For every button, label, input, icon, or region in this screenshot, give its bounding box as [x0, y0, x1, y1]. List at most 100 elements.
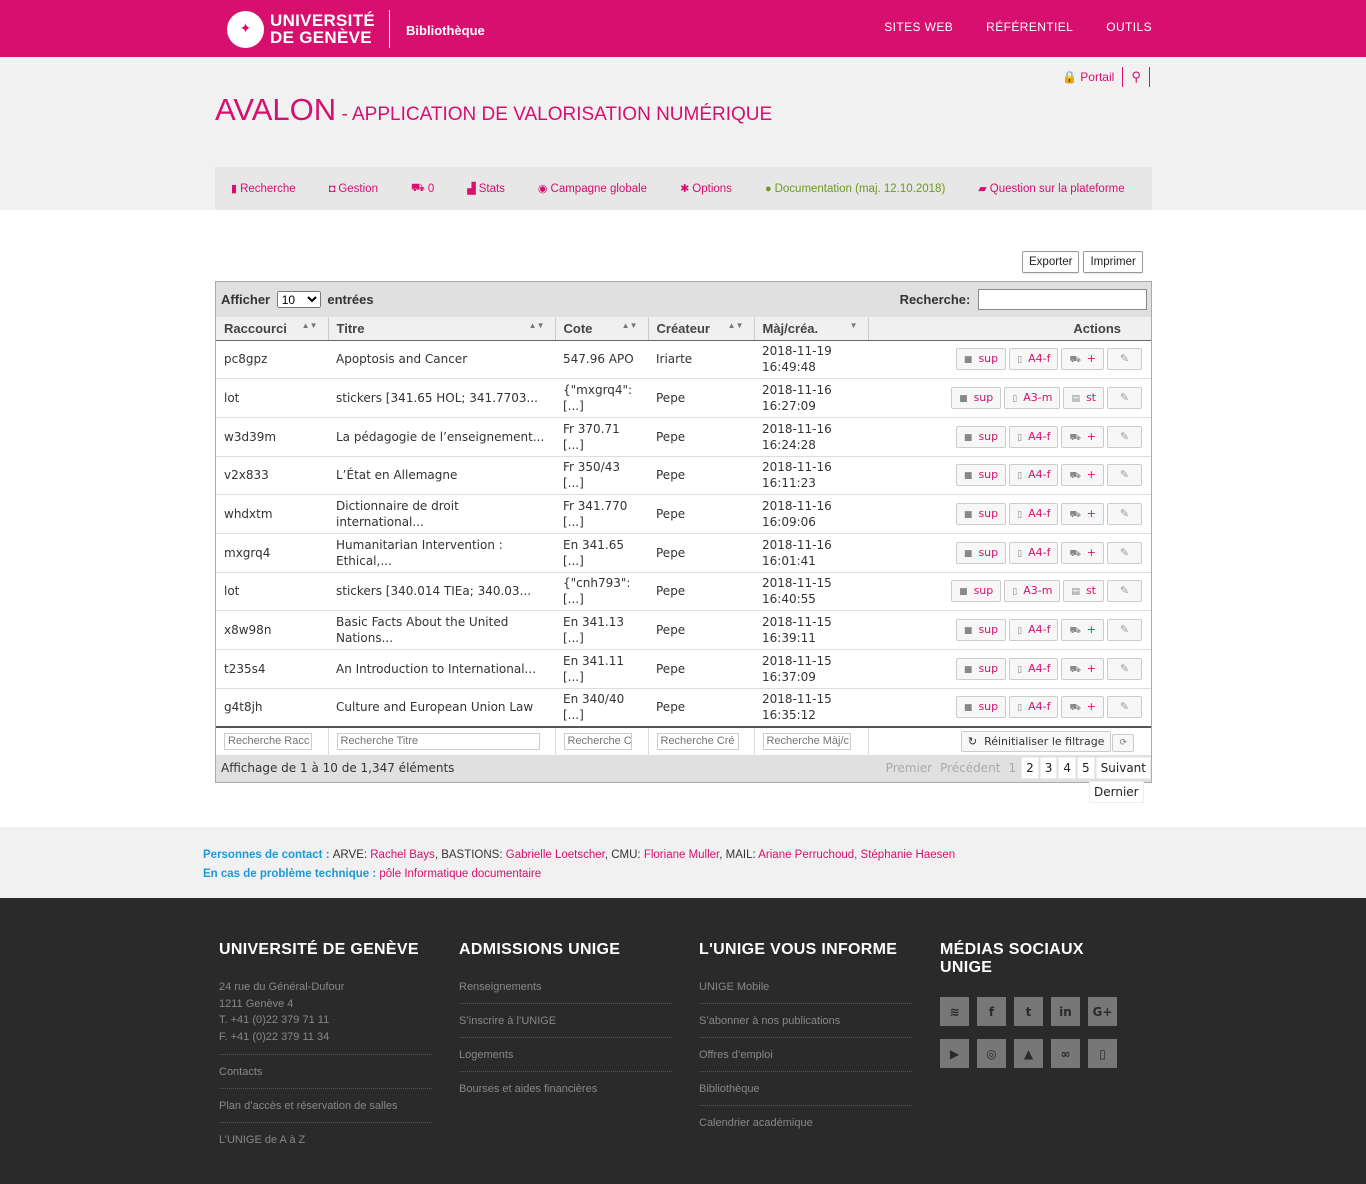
- footer-link[interactable]: Renseignements: [459, 979, 672, 1004]
- format-button[interactable]: ▯ A4-f: [1009, 503, 1059, 526]
- pager-next[interactable]: Suivant: [1095, 757, 1151, 780]
- portal-link[interactable]: 🔒 Portail: [1062, 70, 1114, 84]
- topnav-sites-web[interactable]: SITES WEB: [884, 20, 953, 34]
- pager-page-2[interactable]: 2: [1021, 757, 1039, 780]
- page-length-select[interactable]: 10: [276, 291, 321, 308]
- edit-button[interactable]: ✎: [1107, 696, 1142, 719]
- nav-stats[interactable]: ▟ Stats: [467, 182, 505, 196]
- footer-link[interactable]: Logements: [459, 1038, 672, 1072]
- delete-button[interactable]: ■ sup: [955, 503, 1007, 526]
- footer-link[interactable]: S’abonner à nos publications: [699, 1004, 912, 1038]
- delete-button[interactable]: ■ sup: [955, 348, 1007, 371]
- delete-button[interactable]: ■ sup: [955, 425, 1007, 448]
- contact-link[interactable]: Floriane Muller: [644, 849, 719, 861]
- print-button[interactable]: Imprimer: [1083, 251, 1143, 273]
- col-maj-crea[interactable]: Màj/créa. ▼: [753, 317, 868, 341]
- footer-link[interactable]: Offres d’emploi: [699, 1038, 912, 1072]
- delete-button[interactable]: ■ sup: [955, 696, 1007, 719]
- add-to-cart-button[interactable]: ⛟ +: [1061, 464, 1104, 487]
- cell-raccourci[interactable]: whdxtm: [216, 494, 328, 534]
- filter-createur-input[interactable]: [656, 732, 739, 750]
- add-to-cart-button[interactable]: ⛟ +: [1061, 696, 1104, 719]
- twitter-icon[interactable]: t: [1014, 997, 1043, 1026]
- format-button[interactable]: ▯ A4-f: [1009, 348, 1059, 371]
- add-to-cart-button[interactable]: ⛟ +: [1061, 425, 1104, 448]
- nav-question[interactable]: ▰ Question sur la plateforme: [978, 182, 1124, 196]
- delete-button[interactable]: ■ sup: [955, 541, 1007, 564]
- delete-button[interactable]: ■ sup: [955, 619, 1007, 642]
- pager-first[interactable]: Premier: [882, 758, 936, 778]
- unige-logo[interactable]: ✦ UNIVERSITÉ DE GENÈVE Bibliothèque: [227, 10, 485, 48]
- format-button[interactable]: ▯ A4-f: [1009, 619, 1059, 642]
- pager-last[interactable]: Dernier: [1089, 781, 1144, 803]
- cell-raccourci[interactable]: t235s4: [216, 649, 328, 689]
- infinity-icon[interactable]: ∞: [1051, 1039, 1080, 1068]
- nav-cart[interactable]: ⛟ 0: [411, 182, 434, 196]
- cell-raccourci[interactable]: x8w98n: [216, 610, 328, 650]
- col-titre[interactable]: Titre ▲▼: [327, 317, 555, 341]
- add-to-cart-button[interactable]: ⛟ +: [1061, 657, 1104, 680]
- pager-page-4[interactable]: 4: [1058, 757, 1077, 780]
- delete-button[interactable]: ■ sup: [955, 657, 1007, 680]
- add-to-cart-button[interactable]: ⛟ +: [1061, 348, 1104, 371]
- site-name[interactable]: Bibliothèque: [406, 23, 485, 38]
- footer-link[interactable]: UNIGE Mobile: [699, 979, 912, 1004]
- reload-button[interactable]: ⟳: [1112, 733, 1134, 752]
- footer-link[interactable]: L’UNIGE de A à Z: [219, 1123, 432, 1157]
- search-icon[interactable]: ⚲: [1131, 70, 1141, 85]
- edit-button[interactable]: ✎: [1107, 348, 1142, 371]
- reset-filter-button[interactable]: ↻ Réinitialiser le filtrage: [960, 730, 1112, 752]
- topnav-outils[interactable]: OUTILS: [1106, 20, 1152, 34]
- add-to-cart-button[interactable]: ⛟ +: [1061, 619, 1104, 642]
- nav-gestion[interactable]: ◘ Gestion: [329, 183, 378, 195]
- filter-titre-input[interactable]: [336, 732, 540, 750]
- format-button[interactable]: ▯ A4-f: [1009, 696, 1059, 719]
- contact-link[interactable]: Rachel Bays: [370, 849, 435, 861]
- cell-raccourci[interactable]: v2x833: [216, 455, 328, 495]
- print-sticker-button[interactable]: ▤ st: [1063, 580, 1104, 603]
- edit-button[interactable]: ✎: [1107, 619, 1142, 642]
- delete-button[interactable]: ■ sup: [951, 387, 1002, 410]
- add-to-cart-button[interactable]: ⛟ +: [1061, 541, 1104, 564]
- filter-raccourci-input[interactable]: [224, 732, 312, 750]
- contact-link[interactable]: Ariane Perruchoud, Stéphanie Haesen: [758, 849, 955, 861]
- rss-icon[interactable]: ≋: [940, 997, 969, 1026]
- footer-link[interactable]: S’inscrire à l’UNIGE: [459, 1004, 672, 1038]
- nav-recherche[interactable]: ▮ Recherche: [231, 182, 296, 196]
- cell-raccourci[interactable]: lot: [216, 571, 328, 611]
- export-button[interactable]: Exporter: [1022, 251, 1080, 273]
- nav-campagne-globale[interactable]: ◉ Campagne globale: [538, 182, 647, 196]
- edit-button[interactable]: ✎: [1107, 580, 1142, 603]
- contact-link[interactable]: Gabrielle Loetscher: [506, 849, 605, 861]
- edit-button[interactable]: ✎: [1107, 387, 1142, 410]
- footer-link[interactable]: Plan d’accès et réservation de salles: [219, 1089, 432, 1123]
- filter-cote-input[interactable]: [563, 732, 632, 750]
- print-sticker-button[interactable]: ▤ st: [1063, 387, 1104, 410]
- cell-raccourci[interactable]: mxgrq4: [216, 532, 328, 573]
- edit-button[interactable]: ✎: [1107, 425, 1142, 448]
- format-button[interactable]: ▯ A4-f: [1009, 657, 1059, 680]
- nav-options[interactable]: ✱ Options: [680, 182, 732, 196]
- footer-link[interactable]: Contacts: [219, 1055, 432, 1089]
- format-button[interactable]: ▯ A4-f: [1009, 425, 1059, 448]
- filter-maj-input[interactable]: [762, 732, 851, 750]
- cell-raccourci[interactable]: lot: [216, 378, 328, 418]
- edit-button[interactable]: ✎: [1107, 503, 1142, 526]
- cell-raccourci[interactable]: g4t8jh: [216, 687, 328, 727]
- google-plus-icon[interactable]: G+: [1088, 997, 1117, 1026]
- pager-prev[interactable]: Précédent: [936, 758, 1004, 778]
- cell-raccourci[interactable]: w3d39m: [216, 416, 328, 457]
- add-to-cart-button[interactable]: ⛟ +: [1061, 503, 1104, 526]
- youtube-icon[interactable]: ▶: [940, 1039, 969, 1068]
- table-search-input[interactable]: [978, 289, 1147, 310]
- edit-button[interactable]: ✎: [1107, 464, 1142, 487]
- footer-link[interactable]: Calendrier académique: [699, 1106, 912, 1140]
- format-button[interactable]: ▯ A3-m: [1004, 580, 1061, 603]
- nav-documentation[interactable]: ● Documentation (maj. 12.10.2018): [765, 183, 945, 195]
- format-button[interactable]: ▯ A4-f: [1009, 464, 1059, 487]
- topnav-referentiel[interactable]: RÉFÉRENTIEL: [986, 20, 1073, 34]
- tech-link[interactable]: pôle Informatique documentaire: [379, 868, 541, 880]
- edit-button[interactable]: ✎: [1107, 541, 1142, 564]
- col-raccourci[interactable]: Raccourci ▲▼: [216, 317, 328, 341]
- footer-link[interactable]: Bourses et aides financières: [459, 1072, 672, 1106]
